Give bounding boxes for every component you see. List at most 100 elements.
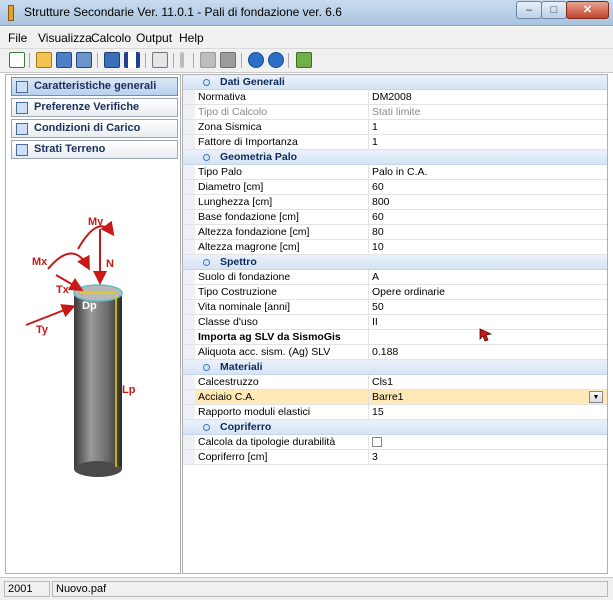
grid-row[interactable]: Altezza magrone [cm] 10 bbox=[183, 240, 607, 255]
grid-row[interactable]: Copriferro [cm] 3 bbox=[183, 450, 607, 465]
row-value[interactable]: Opere ordinarie bbox=[372, 286, 445, 298]
grid-row[interactable]: Calcola da tipologie durabilità bbox=[183, 435, 607, 450]
row-value[interactable]: II bbox=[372, 316, 378, 328]
my-arrow bbox=[77, 220, 115, 250]
category-copriferro[interactable]: Copriferro bbox=[183, 420, 607, 435]
layers-icon bbox=[16, 144, 28, 156]
menu-calcolo[interactable]: Calcolo bbox=[91, 31, 131, 45]
collapse-icon[interactable] bbox=[203, 79, 210, 86]
category-spettro[interactable]: Spettro bbox=[183, 255, 607, 270]
grid-row[interactable]: Lunghezza [cm] 800 bbox=[183, 195, 607, 210]
row-value[interactable]: 800 bbox=[372, 196, 390, 208]
collapse-icon[interactable] bbox=[203, 364, 210, 371]
grid-row[interactable]: Base fondazione [cm] 60 bbox=[183, 210, 607, 225]
toolbar-separator bbox=[145, 53, 146, 68]
row-value[interactable]: DM2008 bbox=[372, 91, 412, 103]
durability-checkbox[interactable] bbox=[372, 437, 382, 447]
exit-icon[interactable] bbox=[296, 52, 312, 68]
maximize-button[interactable]: □ bbox=[541, 1, 567, 19]
grid-row[interactable]: Zona Sismica 1 bbox=[183, 120, 607, 135]
nav-caratteristiche-generali[interactable]: Caratteristiche generali bbox=[11, 77, 178, 96]
minimize-button[interactable]: – bbox=[516, 1, 542, 19]
grid-row[interactable]: Importa ag SLV da SismoGis bbox=[183, 330, 607, 345]
pile-body bbox=[74, 293, 122, 469]
row-value[interactable]: Barre1 bbox=[372, 391, 404, 403]
category-dati-generali[interactable]: Dati Generali bbox=[183, 75, 607, 90]
row-value[interactable]: 60 bbox=[372, 181, 384, 193]
row-key: Lunghezza [cm] bbox=[198, 196, 273, 208]
row-value[interactable]: 10 bbox=[372, 241, 384, 253]
row-value[interactable]: 1 bbox=[372, 136, 378, 148]
nav-strati-terreno[interactable]: Strati Terreno bbox=[11, 140, 178, 159]
grid-row[interactable]: Calcestruzzo Cls1 bbox=[183, 375, 607, 390]
menu-visualizza[interactable]: Visualizza bbox=[38, 31, 92, 45]
nav-label: Strati Terreno bbox=[34, 143, 106, 155]
row-value[interactable]: 50 bbox=[372, 301, 384, 313]
grid-row[interactable]: Tipo Palo Palo in C.A. bbox=[183, 165, 607, 180]
grid-row-selected[interactable]: Acciaio C.A. Barre1 ▼ bbox=[183, 390, 607, 405]
status-code: 2001 bbox=[4, 581, 50, 597]
mx-arrow bbox=[47, 252, 90, 271]
row-value[interactable]: 1 bbox=[372, 121, 378, 133]
ty-arrow bbox=[25, 304, 76, 326]
grid-row[interactable]: Classe d'uso II bbox=[183, 315, 607, 330]
row-value[interactable]: A bbox=[372, 271, 379, 283]
dropdown-arrow-icon[interactable]: ▼ bbox=[589, 391, 603, 403]
row-value[interactable]: 3 bbox=[372, 451, 378, 463]
grid-row[interactable]: Tipo Costruzione Opere ordinarie bbox=[183, 285, 607, 300]
grid-row[interactable]: Rapporto moduli elastici 15 bbox=[183, 405, 607, 420]
grid-row[interactable]: Tipo di Calcolo Stati limite bbox=[183, 105, 607, 120]
menu-output[interactable]: Output bbox=[136, 31, 172, 45]
row-value[interactable]: Palo in C.A. bbox=[372, 166, 427, 178]
row-key: Fattore di Importanza bbox=[198, 136, 298, 148]
save-all-icon[interactable] bbox=[76, 52, 92, 68]
category-title: Geometria Palo bbox=[220, 151, 298, 163]
help-icon[interactable] bbox=[248, 52, 264, 68]
grid-row[interactable]: Altezza fondazione [cm] 80 bbox=[183, 225, 607, 240]
category-title: Spettro bbox=[220, 256, 257, 268]
grid-row[interactable]: Diametro [cm] 60 bbox=[183, 180, 607, 195]
menu-help[interactable]: Help bbox=[179, 31, 204, 45]
calculator-icon[interactable] bbox=[152, 52, 168, 68]
text-cursor-icon[interactable] bbox=[180, 52, 184, 68]
i-beam-icon[interactable] bbox=[124, 52, 140, 68]
row-value[interactable]: 80 bbox=[372, 226, 384, 238]
app-icon[interactable] bbox=[8, 5, 14, 21]
grid-row[interactable]: Fattore di Importanza 1 bbox=[183, 135, 607, 150]
property-grid: Dati Generali Normativa DM2008 Tipo di Ca… bbox=[182, 74, 608, 574]
grid-row[interactable]: Vita nominale [anni] 50 bbox=[183, 300, 607, 315]
grid-row[interactable]: Normativa DM2008 bbox=[183, 90, 607, 105]
close-button[interactable]: ✕ bbox=[566, 1, 609, 19]
row-key: Altezza magrone [cm] bbox=[198, 241, 300, 253]
new-file-icon[interactable] bbox=[9, 52, 25, 68]
grid-row[interactable]: Aliquota acc. sism. (Ag) SLV 0.188 bbox=[183, 345, 607, 360]
open-folder-icon[interactable] bbox=[36, 52, 52, 68]
toolbar-separator bbox=[173, 53, 174, 68]
pile-diagram: My Mx N Tx Ty Dp Lp bbox=[25, 216, 136, 477]
grid-row[interactable]: Suolo di fondazione A bbox=[183, 270, 607, 285]
title-bar[interactable]: Strutture Secondarie Ver. 11.0.1 - Pali … bbox=[0, 0, 613, 26]
toolbar-separator bbox=[288, 53, 289, 68]
category-materiali[interactable]: Materiali bbox=[183, 360, 607, 375]
cube-icon[interactable] bbox=[104, 52, 120, 68]
collapse-icon[interactable] bbox=[203, 154, 210, 161]
collapse-icon[interactable] bbox=[203, 424, 210, 431]
nav-preferenze-verifiche[interactable]: Preferenze Verifiche bbox=[11, 98, 178, 117]
print-icon[interactable] bbox=[220, 52, 236, 68]
collapse-icon[interactable] bbox=[203, 259, 210, 266]
menu-file[interactable]: File bbox=[8, 31, 27, 45]
toolbar-separator bbox=[29, 53, 30, 68]
settings-icon bbox=[16, 102, 28, 114]
nav-label: Caratteristiche generali bbox=[34, 80, 157, 92]
row-value[interactable]: 60 bbox=[372, 211, 384, 223]
tx-label: Tx bbox=[56, 284, 70, 296]
row-value[interactable]: Cls1 bbox=[372, 376, 393, 388]
row-key: Base fondazione [cm] bbox=[198, 211, 299, 223]
nav-condizioni-di-carico[interactable]: Condizioni di Carico bbox=[11, 119, 178, 138]
row-value[interactable]: 15 bbox=[372, 406, 384, 418]
blank-icon[interactable] bbox=[200, 52, 216, 68]
row-value[interactable]: 0.188 bbox=[372, 346, 398, 358]
save-icon[interactable] bbox=[56, 52, 72, 68]
category-geometria-palo[interactable]: Geometria Palo bbox=[183, 150, 607, 165]
info-icon[interactable] bbox=[268, 52, 284, 68]
